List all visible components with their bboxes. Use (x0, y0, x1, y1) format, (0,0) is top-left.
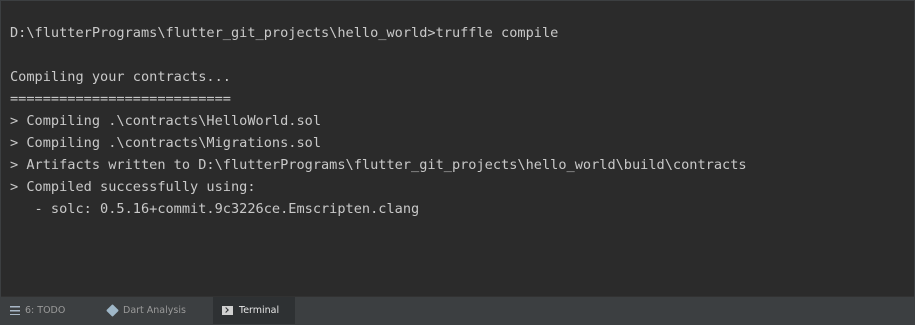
tab-todo-label: 6: TODO (25, 305, 66, 316)
terminal-line: > Compiling .\contracts\HelloWorld.sol (10, 113, 321, 129)
terminal-line: Compiling your contracts... (10, 69, 231, 85)
dart-icon (106, 304, 119, 317)
ide-window: D:\flutterPrograms\flutter_git_projects\… (0, 0, 915, 325)
tab-terminal[interactable]: Terminal (213, 297, 295, 324)
terminal-line: =========================== (10, 91, 231, 107)
terminal-line: D:\flutterPrograms\flutter_git_projects\… (10, 25, 559, 41)
terminal-line: > Compiled successfully using: (10, 179, 256, 195)
tab-todo[interactable]: 6: TODO (1, 297, 97, 324)
terminal-line: > Artifacts written to D:\flutterProgram… (10, 157, 747, 173)
terminal-line: > Compiling .\contracts\Migrations.sol (10, 135, 321, 151)
tab-dart-analysis-label: Dart Analysis (123, 305, 186, 316)
terminal-output[interactable]: D:\flutterPrograms\flutter_git_projects\… (1, 1, 914, 298)
terminal-icon (222, 306, 233, 315)
tool-window-bar: 6: TODO Dart Analysis Terminal (1, 296, 914, 324)
tab-dart-analysis[interactable]: Dart Analysis (99, 297, 209, 324)
terminal-line: - solc: 0.5.16+commit.9c3226ce.Emscripte… (10, 201, 420, 217)
tab-terminal-label: Terminal (239, 305, 280, 316)
list-icon (10, 306, 20, 315)
